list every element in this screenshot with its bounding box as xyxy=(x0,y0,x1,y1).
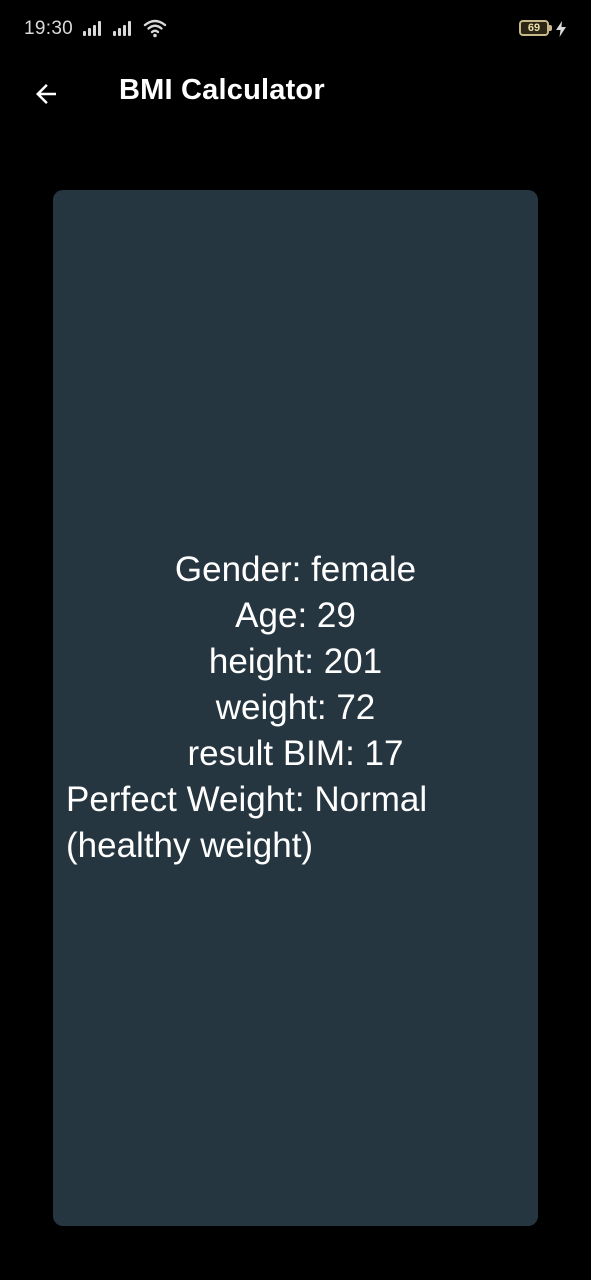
arrow-left-icon xyxy=(36,84,56,104)
charging-bolt-icon xyxy=(556,21,566,37)
gender-line: Gender: female xyxy=(174,550,417,589)
battery-icon: 69 xyxy=(519,20,549,36)
battery-level: 69 xyxy=(527,22,541,34)
status-time: 19:30 xyxy=(24,18,74,39)
back-button[interactable] xyxy=(24,72,68,116)
weight-line: weight: 72 xyxy=(215,688,376,727)
age-line: Age: 29 xyxy=(235,596,356,635)
bmi-result-line: result BIM: 17 xyxy=(187,734,404,773)
height-line: height: 201 xyxy=(208,642,383,681)
signal-icon xyxy=(83,20,105,36)
page-title: BMI Calculator xyxy=(119,74,325,106)
result-card: Gender: female Age: 29 height: 201 weigh… xyxy=(53,190,538,1226)
status-bar: 19:30 69 xyxy=(0,0,591,60)
verdict-line: Perfect Weight: Normal (healthy weight) xyxy=(66,780,428,865)
app-bar: BMI Calculator xyxy=(0,60,591,126)
result-text: Gender: female Age: 29 height: 201 weigh… xyxy=(66,547,525,869)
wifi-icon xyxy=(143,19,167,38)
signal-icon xyxy=(113,20,135,36)
battery-tip xyxy=(549,25,552,31)
